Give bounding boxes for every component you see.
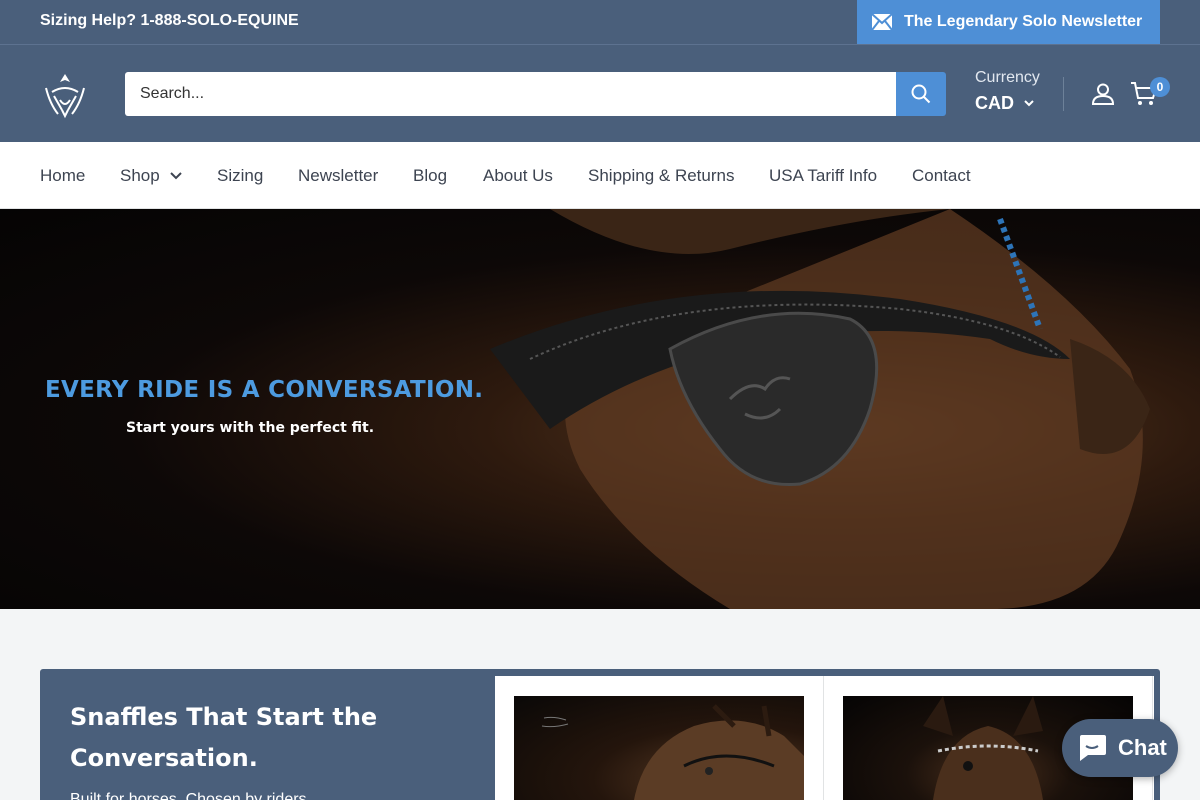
chat-button[interactable]: Chat (1062, 719, 1178, 777)
nav-item-contact[interactable]: Contact (912, 166, 971, 186)
hero-subline: Start yours with the perfect fit. (126, 420, 375, 436)
promo-description: Built for horses. Chosen by riders. (70, 791, 311, 800)
product-image (514, 696, 804, 800)
nav-item-sizing[interactable]: Sizing (217, 166, 263, 186)
nav-item-usa-tariff-info[interactable]: USA Tariff Info (769, 166, 877, 186)
product-card[interactable] (495, 676, 824, 800)
main-navigation: Home Shop Sizing Newsletter Blog About U… (0, 142, 1200, 209)
brand-logo[interactable] (40, 70, 90, 120)
hero-headline: EVERY RIDE IS A CONVERSATION. (45, 377, 484, 403)
nav-item-shipping-returns[interactable]: Shipping & Returns (588, 166, 734, 186)
nav-item-shop-label: Shop (120, 166, 160, 185)
sizing-help-text[interactable]: Sizing Help? 1-888-SOLO-EQUINE (40, 12, 299, 30)
chevron-down-icon (169, 172, 182, 180)
mail-icon (872, 14, 892, 30)
nav-item-blog[interactable]: Blog (413, 166, 447, 186)
newsletter-link-label: The Legendary Solo Newsletter (904, 13, 1143, 30)
search-icon (911, 84, 931, 104)
currency-value: CAD (975, 93, 1014, 113)
hero-horse-image (490, 209, 1150, 609)
account-icon[interactable] (1092, 83, 1114, 105)
announcement-bar: Sizing Help? 1-888-SOLO-EQUINE The Legen… (0, 0, 1200, 44)
nav-item-newsletter[interactable]: Newsletter (298, 166, 378, 186)
nav-item-home[interactable]: Home (40, 166, 85, 186)
chevron-down-icon (1024, 100, 1034, 107)
chat-bubble-icon (1080, 735, 1106, 761)
chat-button-label: Chat (1118, 735, 1167, 760)
newsletter-link[interactable]: The Legendary Solo Newsletter (857, 0, 1160, 44)
currency-selector[interactable]: Currency CAD (975, 69, 1040, 114)
promo-title: Snaffles That Start the Conversation. (70, 703, 378, 772)
search-input[interactable] (125, 72, 896, 116)
cart-count-badge: 0 (1150, 77, 1170, 97)
search-button[interactable] (896, 72, 946, 116)
nav-item-shop[interactable]: Shop (120, 166, 182, 186)
currency-label: Currency (975, 69, 1040, 86)
hero-banner[interactable]: EVERY RIDE IS A CONVERSATION. Start your… (0, 209, 1200, 609)
product-carousel (495, 676, 1154, 800)
nav-item-about-us[interactable]: About Us (483, 166, 553, 186)
currency-dropdown[interactable]: CAD (975, 93, 1040, 114)
header-divider (1063, 77, 1064, 111)
search-bar (125, 72, 946, 116)
promo-section: Snaffles That Start the Conversation. Bu… (40, 669, 1160, 800)
site-header: Currency CAD 0 (0, 44, 1200, 142)
